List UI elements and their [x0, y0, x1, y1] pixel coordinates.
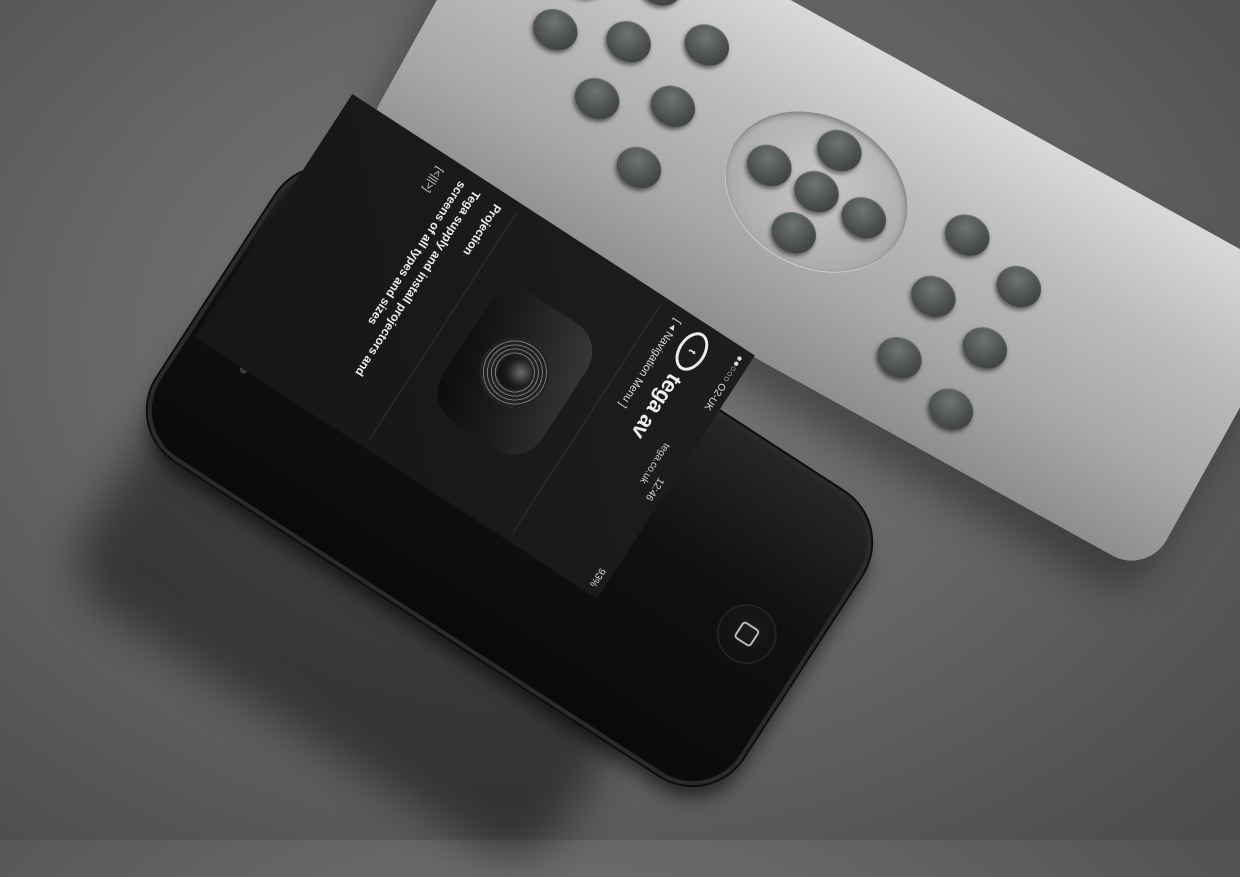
remote-button [955, 319, 1015, 377]
remote-down-button [763, 204, 824, 262]
lens-glass [491, 348, 539, 396]
projector-image [424, 277, 606, 468]
remote-button [677, 16, 737, 74]
remote-button [630, 0, 691, 14]
remote-right-button [833, 189, 894, 247]
remote-dpad [697, 79, 937, 304]
remote-button [937, 206, 998, 264]
remote-left-button [739, 136, 800, 195]
remote-button [643, 77, 703, 135]
remote-button [598, 13, 659, 71]
remote-button [525, 1, 586, 59]
remote-button [989, 257, 1049, 316]
remote-button [609, 138, 669, 197]
remote-button [567, 69, 627, 128]
remote-button [554, 0, 615, 6]
remote-button [921, 380, 981, 438]
remote-button [903, 267, 964, 326]
remote-button [869, 328, 930, 387]
home-button[interactable] [705, 592, 789, 676]
projector-lens [466, 324, 564, 421]
